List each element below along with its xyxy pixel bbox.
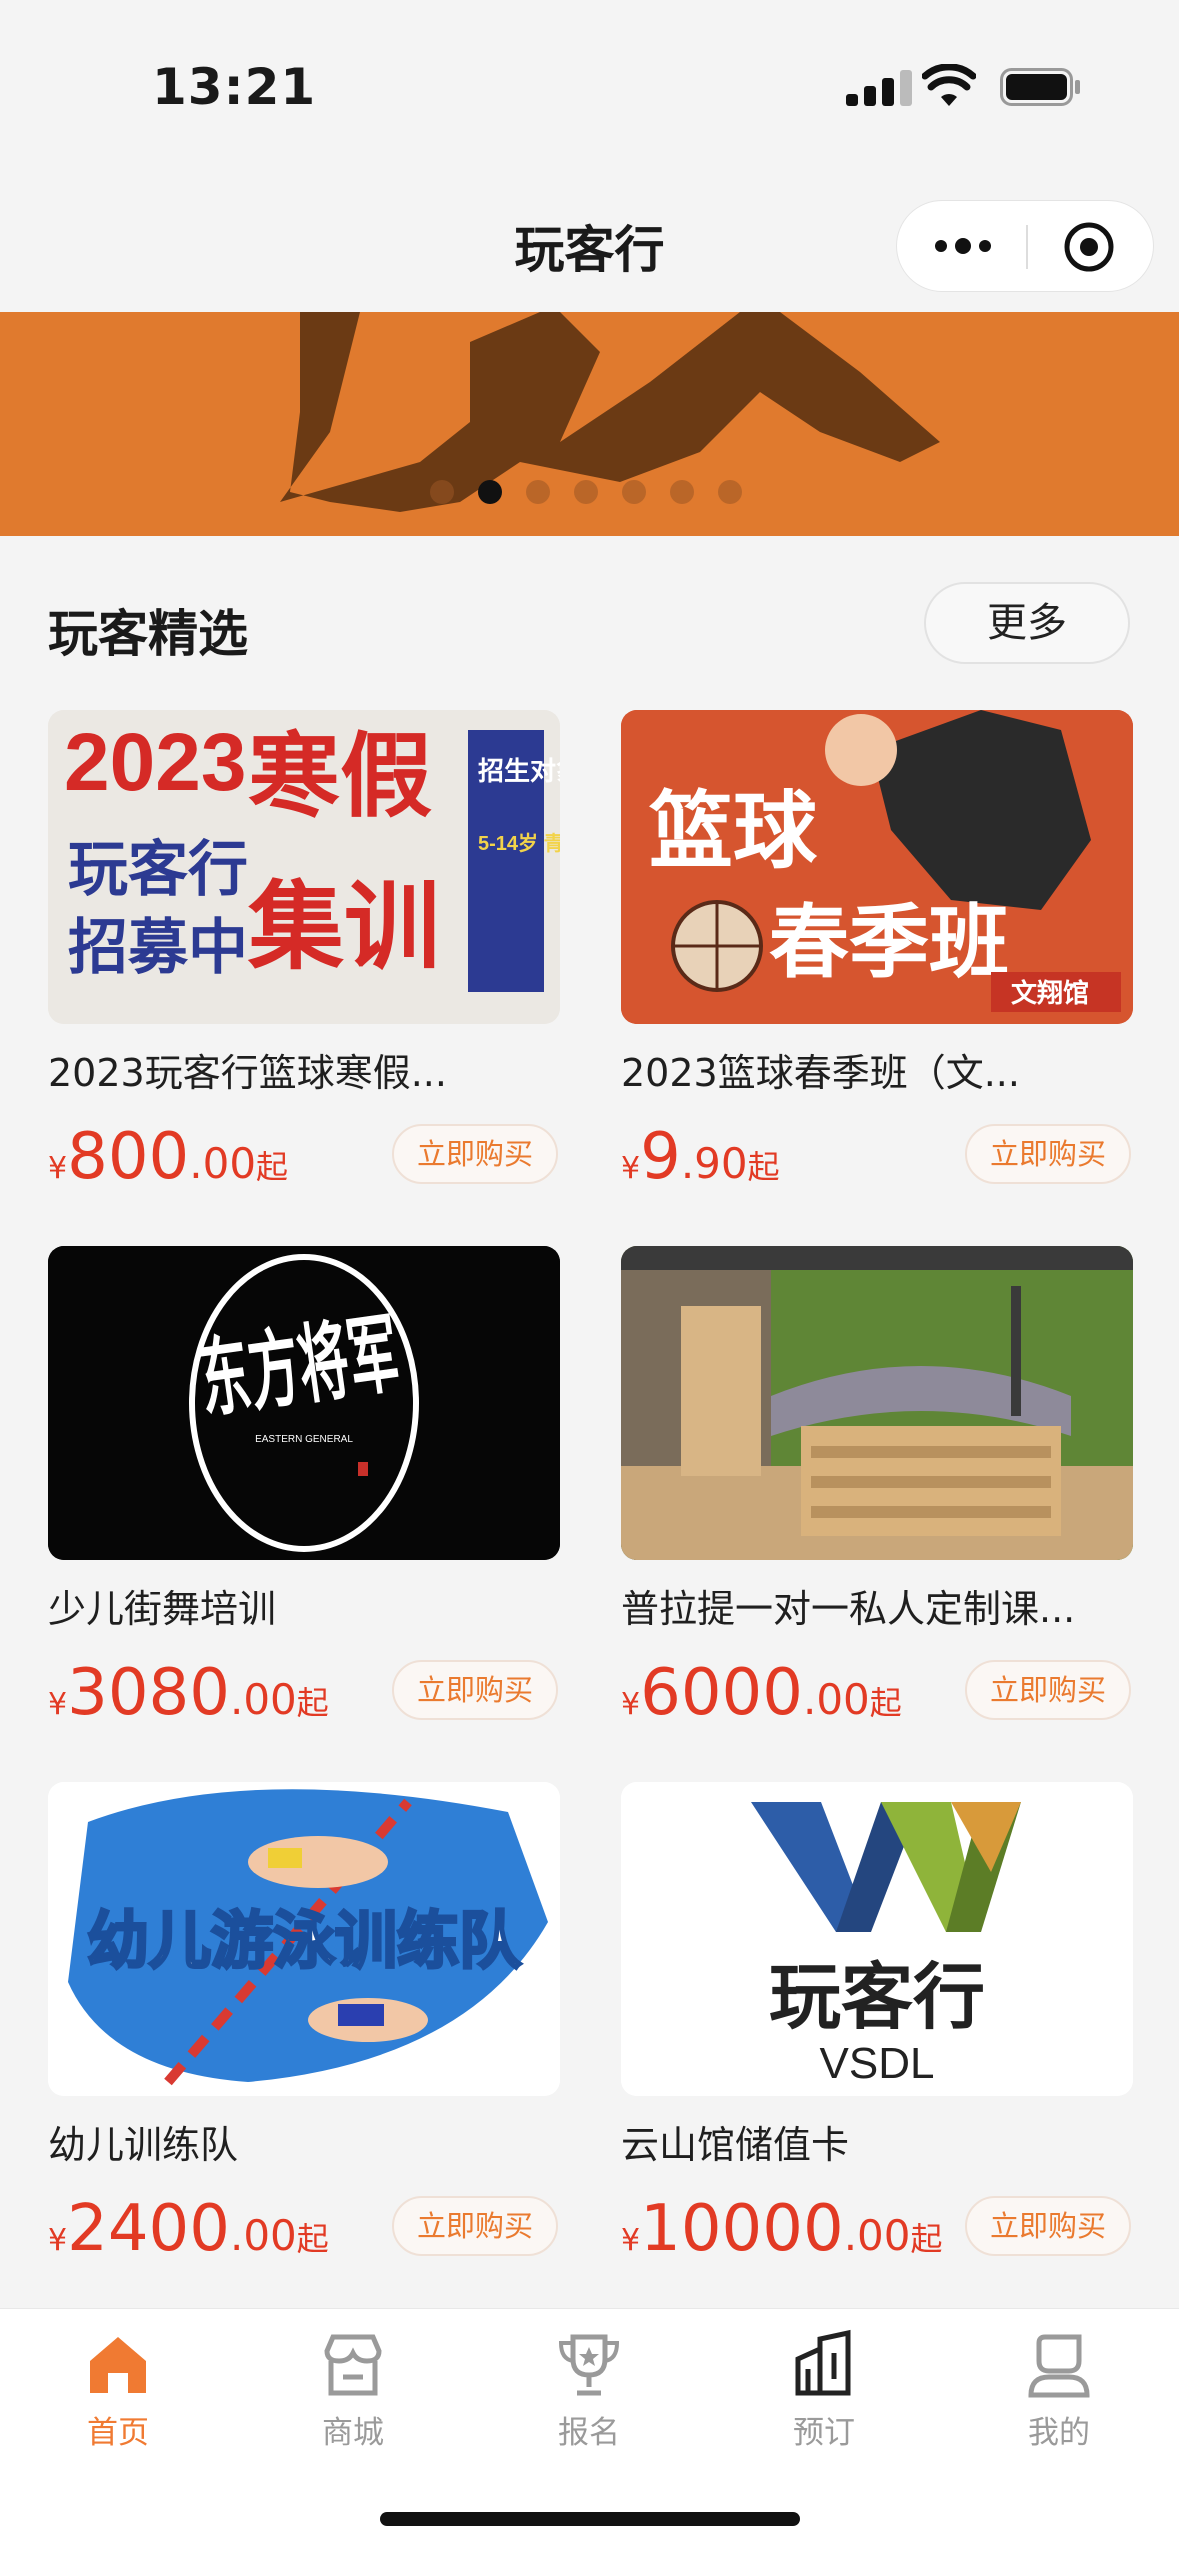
tab-signup[interactable]: 报名 bbox=[519, 2329, 659, 2469]
buy-now-button[interactable]: 立即购买 bbox=[392, 2196, 558, 2256]
user-icon bbox=[1028, 2334, 1090, 2398]
product-price: ¥9.90起 bbox=[621, 1120, 780, 1194]
close-target-icon[interactable] bbox=[1063, 221, 1115, 273]
product-price: ¥2400.00起 bbox=[48, 2192, 329, 2266]
buy-now-button[interactable]: 立即购买 bbox=[965, 1660, 1131, 1720]
section-title: 玩客精选 bbox=[48, 605, 248, 663]
product-image: 篮球 春季班 文翔馆 bbox=[621, 710, 1133, 1024]
banner-pagination bbox=[430, 480, 750, 506]
spring-class-poster: 篮球 春季班 文翔馆 bbox=[621, 710, 1133, 1024]
tab-booking[interactable]: 预订 bbox=[754, 2329, 894, 2469]
product-name: 2023篮球春季班（文... bbox=[621, 1051, 1020, 1095]
svg-text:玩客行: 玩客行 bbox=[68, 836, 248, 903]
building-icon bbox=[795, 2329, 851, 2396]
mini-program-capsule bbox=[896, 200, 1154, 292]
product-image: 东方将军 EASTERN GENERAL bbox=[48, 1246, 560, 1560]
signal-icon bbox=[846, 70, 912, 106]
svg-text:2023: 2023 bbox=[64, 717, 246, 808]
svg-text:春季班: 春季班 bbox=[769, 898, 1009, 987]
svg-text:寒假: 寒假 bbox=[248, 726, 432, 828]
product-price: ¥10000.00起 bbox=[621, 2192, 943, 2266]
svg-text:招募中: 招募中 bbox=[68, 914, 248, 981]
tab-label: 我的 bbox=[1028, 2415, 1090, 2451]
product-name: 少儿街舞培训 bbox=[48, 1587, 277, 1631]
product-image: 幼儿游泳训练队 bbox=[48, 1782, 560, 2096]
swim-team-poster: 幼儿游泳训练队 bbox=[48, 1782, 560, 2096]
wifi-icon bbox=[922, 64, 976, 106]
winter-camp-poster: 2023 寒假 玩客行 招募中 集训 招生对象 5-14岁 青少年儿童 bbox=[48, 710, 560, 1024]
svg-text:篮球: 篮球 bbox=[649, 784, 818, 878]
svg-text:EASTERN GENERAL: EASTERN GENERAL bbox=[255, 1434, 353, 1445]
more-button[interactable]: 更多 bbox=[924, 582, 1130, 664]
buy-now-button[interactable]: 立即购买 bbox=[965, 1124, 1131, 1184]
svg-text:5-14岁 青少年儿童: 5-14岁 青少年儿童 bbox=[478, 831, 560, 855]
capsule-divider bbox=[1026, 225, 1028, 269]
street-dance-poster: 东方将军 EASTERN GENERAL bbox=[48, 1246, 560, 1560]
tab-mine[interactable]: 我的 bbox=[989, 2329, 1129, 2469]
home-indicator[interactable] bbox=[380, 2512, 800, 2526]
svg-text:文翔馆: 文翔馆 bbox=[1011, 978, 1089, 1008]
svg-text:幼儿游泳训练队: 幼儿游泳训练队 bbox=[87, 1907, 522, 1976]
product-name: 普拉提一对一私人定制课... bbox=[621, 1587, 1076, 1631]
product-name: 幼儿训练队 bbox=[48, 2123, 239, 2167]
home-icon bbox=[90, 2337, 146, 2393]
product-price: ¥6000.00起 bbox=[621, 1656, 902, 1730]
svg-text:集训: 集训 bbox=[247, 874, 440, 981]
trophy-icon bbox=[558, 2334, 620, 2396]
status-time: 13:21 bbox=[152, 58, 317, 116]
banner-carousel[interactable] bbox=[0, 312, 1179, 536]
buy-now-button[interactable]: 立即购买 bbox=[392, 1660, 558, 1720]
product-price: ¥800.00起 bbox=[48, 1120, 289, 1194]
svg-text:VSDL: VSDL bbox=[820, 2039, 935, 2088]
tab-label: 商城 bbox=[322, 2415, 384, 2451]
product-name: 2023玩客行篮球寒假... bbox=[48, 1051, 447, 1095]
svg-text:招生对象: 招生对象 bbox=[478, 756, 560, 786]
product-price: ¥3080.00起 bbox=[48, 1656, 329, 1730]
product-image bbox=[621, 1246, 1133, 1560]
battery-icon bbox=[1000, 68, 1080, 106]
brand-logo-card: 玩客行 VSDL bbox=[621, 1782, 1133, 2096]
tab-shop[interactable]: 商城 bbox=[283, 2329, 423, 2469]
svg-text:玩客行: 玩客行 bbox=[769, 1958, 985, 2038]
status-bar: 13:21 bbox=[0, 0, 1179, 176]
tab-label: 报名 bbox=[558, 2415, 620, 2451]
shop-icon bbox=[324, 2334, 382, 2396]
buy-now-button[interactable]: 立即购买 bbox=[965, 2196, 1131, 2256]
tab-label: 首页 bbox=[87, 2415, 149, 2451]
more-dots-icon[interactable] bbox=[933, 231, 993, 261]
product-image: 2023 寒假 玩客行 招募中 集训 招生对象 5-14岁 青少年儿童 bbox=[48, 710, 560, 1024]
pilates-photo bbox=[621, 1246, 1133, 1560]
buy-now-button[interactable]: 立即购买 bbox=[392, 1124, 558, 1184]
product-image: 玩客行 VSDL bbox=[621, 1782, 1133, 2096]
tab-home[interactable]: 首页 bbox=[48, 2329, 188, 2469]
tab-label: 预订 bbox=[793, 2415, 855, 2451]
product-name: 云山馆储值卡 bbox=[621, 2123, 850, 2167]
